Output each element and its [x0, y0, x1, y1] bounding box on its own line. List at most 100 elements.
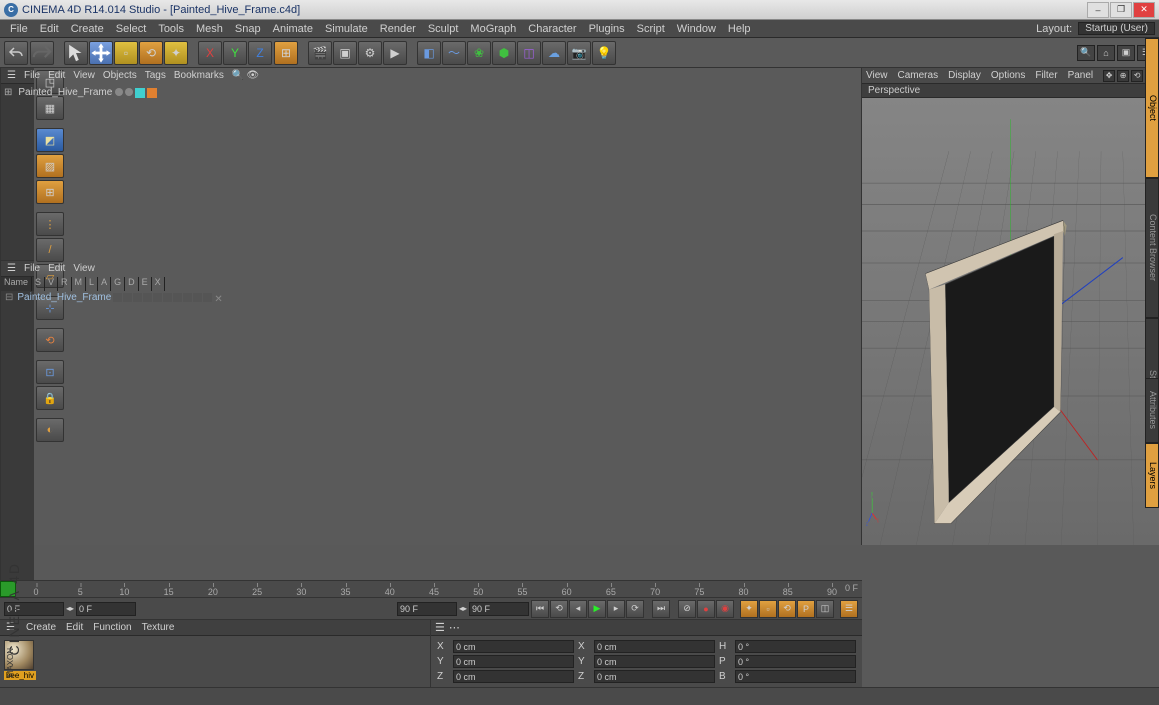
- mm-edit[interactable]: Edit: [66, 622, 83, 633]
- close-button[interactable]: ✕: [1133, 2, 1155, 18]
- a7[interactable]: [173, 293, 182, 302]
- snap-enable[interactable]: ⊡: [36, 360, 64, 384]
- a8[interactable]: [183, 293, 192, 302]
- hdr-a[interactable]: A: [98, 277, 111, 291]
- menu-script[interactable]: Script: [631, 23, 671, 35]
- hdr-name[interactable]: Name: [1, 277, 32, 291]
- rotate-tool[interactable]: ⟲: [139, 41, 163, 65]
- am-edit[interactable]: Edit: [48, 263, 65, 274]
- rot-b-input[interactable]: [735, 670, 856, 683]
- mm-create[interactable]: Create: [26, 622, 56, 633]
- vis-editor-dot[interactable]: [115, 88, 123, 96]
- om-search-icon[interactable]: 🔍: [232, 70, 244, 81]
- menu-snap[interactable]: Snap: [229, 23, 267, 35]
- key-pos[interactable]: ✦: [740, 600, 758, 618]
- menu-mesh[interactable]: Mesh: [190, 23, 229, 35]
- menu-plugins[interactable]: Plugins: [583, 23, 631, 35]
- vmenu-view[interactable]: View: [866, 70, 888, 81]
- tag-2[interactable]: [147, 88, 157, 98]
- menu-tools[interactable]: Tools: [152, 23, 190, 35]
- range-a-input[interactable]: [397, 602, 457, 616]
- object-mode[interactable]: ▦: [36, 96, 64, 120]
- light-tool[interactable]: 💡: [592, 41, 616, 65]
- deformer-tool[interactable]: ◫: [517, 41, 541, 65]
- move-tool[interactable]: [89, 41, 113, 65]
- menu-window[interactable]: Window: [671, 23, 722, 35]
- camera-tool[interactable]: 📷: [567, 41, 591, 65]
- vtab-object[interactable]: Object: [1145, 38, 1159, 178]
- timeline-ruler[interactable]: 051015202530354045505560657075808590 0 F: [0, 580, 862, 598]
- vp-nav-3[interactable]: ⟲: [1131, 70, 1143, 82]
- vis-render-dot[interactable]: [125, 88, 133, 96]
- range-b-input[interactable]: [469, 602, 529, 616]
- vtab-layers[interactable]: Layers: [1145, 443, 1159, 508]
- am-file[interactable]: File: [24, 263, 40, 274]
- hdr-g[interactable]: G: [111, 277, 125, 291]
- record-disable[interactable]: ⊘: [678, 600, 696, 618]
- key-scale[interactable]: ▫: [759, 600, 777, 618]
- om-eye-icon[interactable]: 👁: [246, 70, 259, 81]
- texture-mode[interactable]: ▨: [36, 154, 64, 178]
- hdr-e[interactable]: E: [139, 277, 152, 291]
- size-x-input[interactable]: [594, 640, 715, 653]
- hdr-x[interactable]: X: [152, 277, 165, 291]
- hdr-m[interactable]: M: [72, 277, 87, 291]
- workplane[interactable]: ◐: [36, 418, 64, 442]
- key-pla[interactable]: ◫: [816, 600, 834, 618]
- menu-create[interactable]: Create: [65, 23, 110, 35]
- menu-mograph[interactable]: MoGraph: [464, 23, 522, 35]
- key-param[interactable]: P: [797, 600, 815, 618]
- a10[interactable]: [203, 293, 212, 302]
- menu-file[interactable]: File: [4, 23, 34, 35]
- mgr-2[interactable]: ⌂: [1097, 45, 1115, 61]
- viewport-3d[interactable]: x y z: [862, 98, 1159, 545]
- timeline-open[interactable]: ☰: [840, 600, 858, 618]
- a6[interactable]: [163, 293, 172, 302]
- vp-nav-2[interactable]: ⊕: [1117, 70, 1129, 82]
- om-edit[interactable]: Edit: [48, 70, 65, 81]
- om-objects[interactable]: Objects: [103, 70, 137, 81]
- attr-row[interactable]: ⊟ Painted_Hive_Frame ✕: [1, 291, 34, 304]
- record-key[interactable]: ●: [697, 600, 715, 618]
- prev-key[interactable]: ⟲: [550, 600, 568, 618]
- axis-x-lock[interactable]: X: [198, 41, 222, 65]
- menu-animate[interactable]: Animate: [267, 23, 319, 35]
- object-name[interactable]: Painted_Hive_Frame: [18, 87, 112, 98]
- attr-list[interactable]: ⊟ Painted_Hive_Frame ✕: [1, 291, 34, 580]
- play-button[interactable]: ▶: [588, 600, 606, 618]
- expand-icon[interactable]: ⊞: [4, 87, 12, 98]
- vmenu-display[interactable]: Display: [948, 70, 981, 81]
- next-frame[interactable]: ▸: [607, 600, 625, 618]
- pos-x-input[interactable]: [453, 640, 574, 653]
- hdr-d[interactable]: D: [125, 277, 139, 291]
- om-bookmarks[interactable]: Bookmarks: [174, 70, 224, 81]
- axis-y-lock[interactable]: Y: [223, 41, 247, 65]
- vtab-attributes[interactable]: Attributes: [1145, 378, 1159, 443]
- undo-button[interactable]: [4, 41, 28, 65]
- object-row[interactable]: ⊞ Painted_Hive_Frame: [3, 86, 32, 99]
- a1[interactable]: [113, 293, 122, 302]
- model-tool[interactable]: ◩: [36, 128, 64, 152]
- next-key[interactable]: ⟳: [626, 600, 644, 618]
- render-pv[interactable]: ▶: [383, 41, 407, 65]
- mm-texture[interactable]: Texture: [142, 622, 175, 633]
- vmenu-options[interactable]: Options: [991, 70, 1025, 81]
- attr-item-name[interactable]: Painted_Hive_Frame: [17, 292, 111, 303]
- a5[interactable]: [153, 293, 162, 302]
- a3[interactable]: [133, 293, 142, 302]
- axis-z-lock[interactable]: Z: [248, 41, 272, 65]
- end-frame-input[interactable]: [76, 602, 136, 616]
- vmenu-cameras[interactable]: Cameras: [898, 70, 939, 81]
- menu-edit[interactable]: Edit: [34, 23, 65, 35]
- menu-sculpt[interactable]: Sculpt: [422, 23, 465, 35]
- hdr-v[interactable]: V: [45, 277, 58, 291]
- layout-selector[interactable]: Startup (User): [1078, 22, 1155, 35]
- maximize-button[interactable]: ❐: [1110, 2, 1132, 18]
- menu-help[interactable]: Help: [722, 23, 757, 35]
- point-mode[interactable]: ⋮: [36, 212, 64, 236]
- hdr-r[interactable]: R: [58, 277, 72, 291]
- mgr-3[interactable]: ▣: [1117, 45, 1135, 61]
- size-y-input[interactable]: [594, 655, 715, 668]
- generator-tool[interactable]: ❀: [467, 41, 491, 65]
- menu-character[interactable]: Character: [522, 23, 582, 35]
